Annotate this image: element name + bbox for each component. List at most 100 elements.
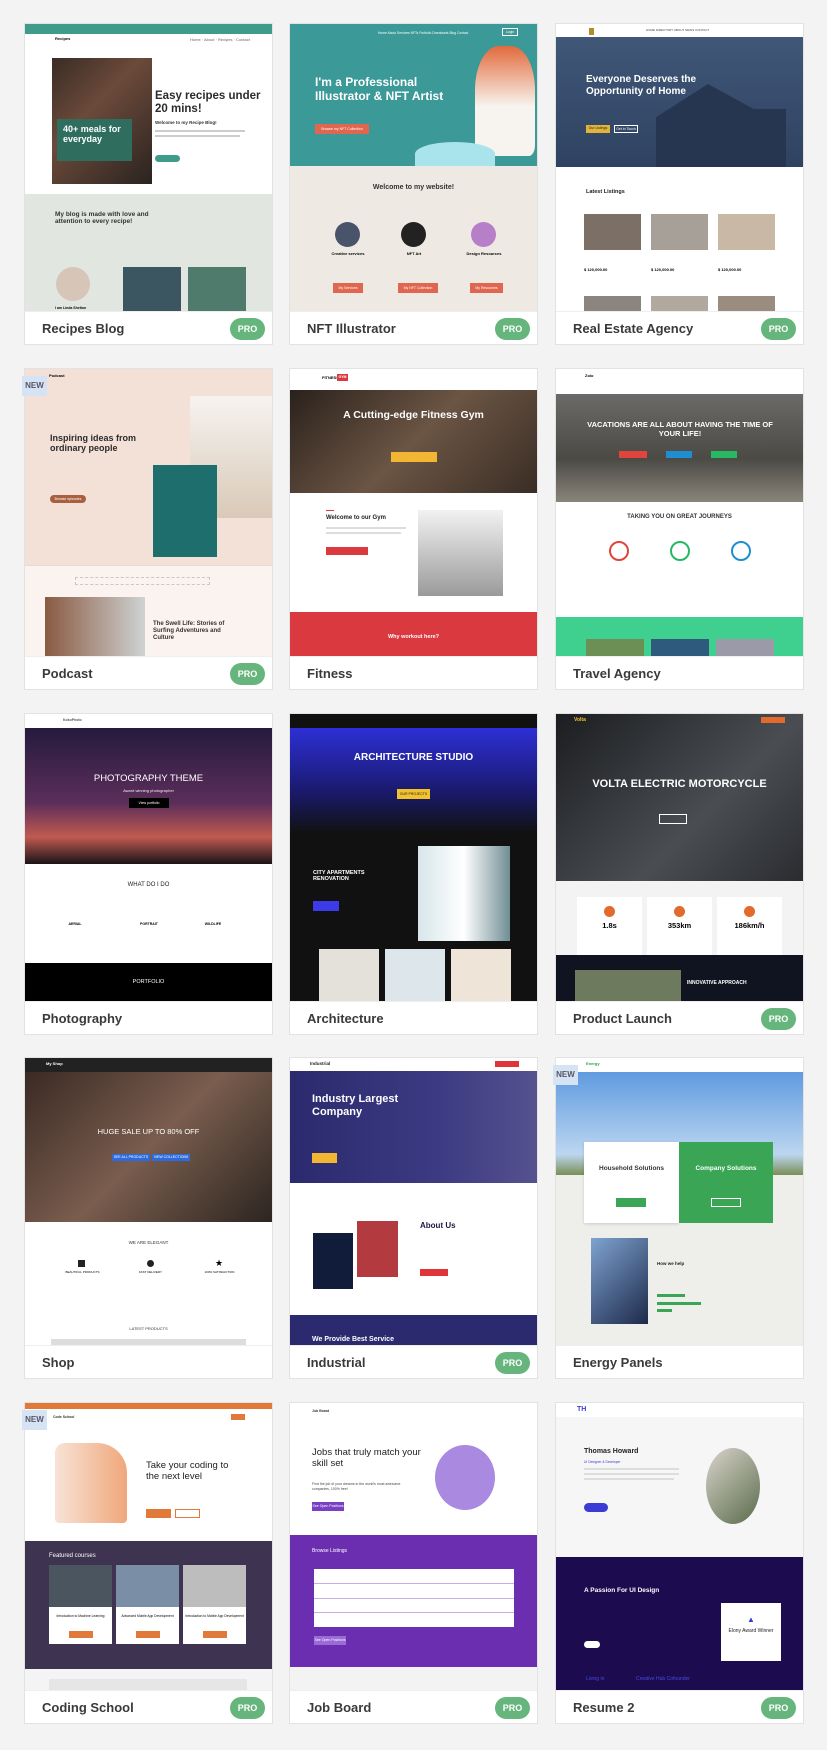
course-button[interactable] [69,1631,93,1638]
nav-button[interactable] [761,717,785,723]
hero-title: PHOTOGRAPHY THEME [93,773,204,784]
template-preview[interactable]: Recipes Home · About · Recipes · Contact… [25,24,272,311]
hero-button[interactable]: Browse my NFT Collection [315,124,369,134]
template-card-industrial[interactable]: Industrial Industry Largest Company Abou… [289,1057,538,1379]
template-preview[interactable]: Podcast Inspiring ideas from ordinary pe… [25,369,272,656]
template-preview[interactable]: KokoPhoto PHOTOGRAPHY THEME Award winnin… [25,714,272,1001]
start-button[interactable] [146,1509,171,1518]
template-preview[interactable]: Job Board Jobs that truly match your ski… [290,1403,537,1690]
template-preview[interactable]: ARCHITECTURE STUDIO OUR PROJECTS CITY AP… [290,714,537,1001]
projects-button[interactable]: OUR PROJECTS [397,789,430,799]
avatar [56,267,90,301]
template-card-photography[interactable]: KokoPhoto PHOTOGRAPHY THEME Award winnin… [24,713,273,1035]
logo: Volta [574,717,586,723]
template-card-architecture[interactable]: ARCHITECTURE STUDIO OUR PROJECTS CITY AP… [289,713,538,1035]
template-preview[interactable]: HOME DIRECTORY ABOUT NEWS CONTACT Everyo… [556,24,803,311]
hero-button[interactable] [312,1153,337,1163]
template-name: Industrial [307,1355,366,1370]
listings-button[interactable]: Our Listings [586,125,610,133]
template-card-shop[interactable]: My Shop HUGE SALE UP TO 80% OFF SEE ALL … [24,1057,273,1379]
student-photo [55,1443,127,1523]
template-name: Recipes Blog [42,321,125,336]
template-name: Real Estate Agency [573,321,694,336]
browse-button[interactable]: Browse episodes [50,495,86,503]
collections-button[interactable]: VIEW COLLECTIONS [152,1154,190,1161]
course-title: Advanced Mobile App Development [121,1614,174,1618]
nav: Home About Services NFTs Portfolio Downl… [378,31,469,35]
hero-button[interactable] [584,1503,608,1512]
products-button[interactable]: SEE ALL PRODUCTS [112,1154,150,1161]
stat-icon [674,906,685,917]
host-photo [153,465,217,557]
template-preview[interactable]: My Shop HUGE SALE UP TO 80% OFF SEE ALL … [25,1058,272,1345]
nav-button[interactable] [495,1061,519,1067]
hero-button[interactable] [391,452,437,462]
template-name: Coding School [42,1700,134,1715]
info-link[interactable]: Creative Hub Cofounder [636,1676,690,1683]
award-icon: ▲ [747,1615,755,1624]
template-card-fitness[interactable]: FITNESS GYM A Cutting-edge Fitness Gym W… [289,368,538,690]
section-title: TAKING YOU ON GREAT JOURNEYS [627,514,732,520]
template-preview[interactable]: TH Thomas Howard UI Designer & Developer… [556,1403,803,1690]
hero-button[interactable] [619,451,647,458]
positions-button[interactable]: See Open Positions [312,1502,344,1511]
login-button[interactable]: Login [502,28,518,36]
template-card-nft-illustrator[interactable]: Home About Services NFTs Portfolio Downl… [289,23,538,345]
contact-button[interactable]: Get in Touch [614,125,638,133]
pro-badge: PRO [230,663,265,685]
cta-button[interactable] [326,547,368,555]
section-title: Featured courses [49,1553,96,1559]
section-title: Latest Listings [586,189,625,195]
feature-button[interactable]: My NFT Collection [398,283,438,293]
template-card-real-estate-agency[interactable]: HOME DIRECTORY ABOUT NEWS CONTACT Everyo… [555,23,804,345]
pro-badge: PRO [495,1697,530,1719]
cta-button[interactable] [155,155,180,162]
info-link[interactable]: Living in [586,1676,604,1683]
browse-button[interactable] [175,1509,200,1518]
post-title: The Swell Life: Stories of Surfing Adven… [153,621,225,641]
template-card-job-board[interactable]: Job Board Jobs that truly match your ski… [289,1402,538,1724]
learn-more-button[interactable] [711,1198,741,1207]
read-more-button[interactable] [420,1269,448,1276]
section-title: LATEST PRODUCTS [129,1326,168,1331]
template-card-podcast[interactable]: NEW Podcast Inspiring ideas from ordinar… [22,368,273,690]
hero-title: Everyone Deserves the Opportunity of Hom… [586,74,697,97]
hero-button[interactable] [666,451,692,458]
leaf-icon [670,541,690,561]
pro-badge: PRO [495,318,530,340]
template-preview[interactable]: Home About Services NFTs Portfolio Downl… [290,24,537,311]
feature-label: FAST DELIVERY [138,1270,163,1274]
template-card-energy-panels[interactable]: NEW Energy Household Solutions Company S… [553,1057,804,1379]
template-name: Resume 2 [573,1700,635,1715]
food-image [188,267,246,311]
band-title: Why workout here? [387,634,440,640]
template-card-coding-school[interactable]: NEW Code School Take your coding to the … [22,1402,273,1724]
course-button[interactable] [203,1631,227,1638]
portfolio-button[interactable]: View portfolio [129,798,169,808]
hero-subtitle: UI Designer & Developer [584,1460,621,1464]
nav-button[interactable] [231,1414,245,1420]
building-photo [418,846,510,941]
food-image [123,267,181,311]
template-preview[interactable]: Energy Household Solutions Company Solut… [556,1058,803,1345]
template-preview[interactable]: Volta VOLTA ELECTRIC MOTORCYCLE 1.8s 353… [556,714,803,1001]
feature-button[interactable]: My Services [333,283,363,293]
template-preview[interactable]: FITNESS GYM A Cutting-edge Fitness Gym W… [290,369,537,656]
read-more-button[interactable] [313,901,339,911]
hero-button[interactable] [711,451,737,458]
template-card-product-launch[interactable]: Volta VOLTA ELECTRIC MOTORCYCLE 1.8s 353… [555,713,804,1035]
template-preview[interactable]: Code School Take your coding to the next… [25,1403,272,1690]
template-card-travel-agency[interactable]: Zolo VACATIONS ARE ALL ABOUT HAVING THE … [555,368,804,690]
template-card-resume-2[interactable]: TH Thomas Howard UI Designer & Developer… [555,1402,804,1724]
read-more-button[interactable] [584,1641,600,1648]
template-preview[interactable]: Zolo VACATIONS ARE ALL ABOUT HAVING THE … [556,369,803,656]
template-card-recipes-blog[interactable]: Recipes Home · About · Recipes · Contact… [24,23,273,345]
feature-button[interactable]: My Resources [470,283,503,293]
hero-button[interactable] [659,814,687,824]
learn-more-button[interactable] [616,1198,646,1207]
template-preview[interactable]: Industrial Industry Largest Company Abou… [290,1058,537,1345]
positions-button[interactable]: See Open Positions [314,1636,346,1645]
feature-label: WILDLIFE [204,922,222,926]
course-button[interactable] [136,1631,160,1638]
template-name: Fitness [307,666,353,681]
